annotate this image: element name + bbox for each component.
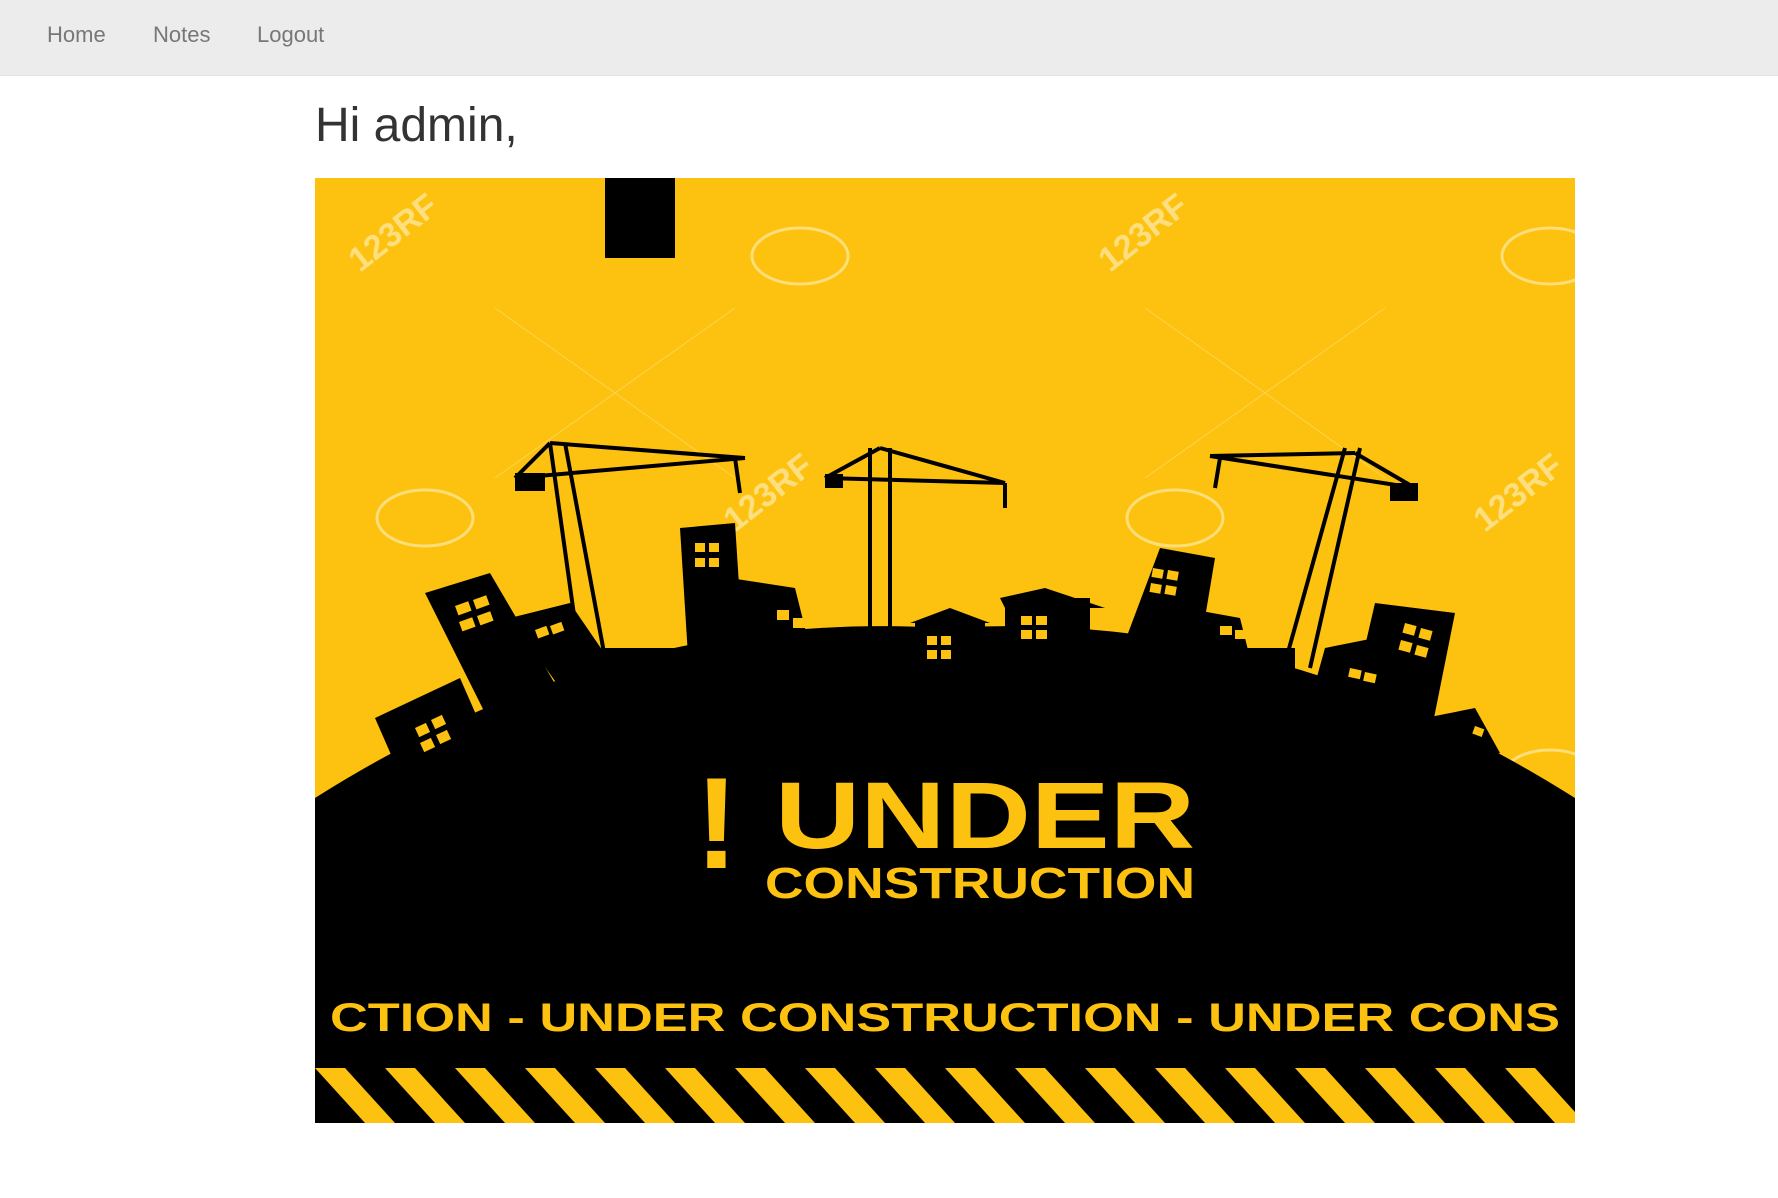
house-mid: [1005, 598, 1090, 673]
ribbon-text: CTION - UNDER CONSTRUCTION - UNDER CONS: [330, 996, 1560, 1040]
nav-notes-link[interactable]: Notes: [153, 22, 210, 48]
nav-logout-link[interactable]: Logout: [257, 22, 324, 48]
page-greeting: Hi admin,: [315, 99, 518, 152]
headline-construction: CONSTRUCTION: [765, 859, 1195, 908]
under-construction-illustration: 123RF 123RF 123RF 123RF ! UNDER CONSTRUC…: [315, 178, 1575, 1123]
headline-under: UNDER: [775, 763, 1195, 869]
building-block: [605, 178, 675, 258]
nav-home-link[interactable]: Home: [47, 22, 106, 48]
top-navbar: Home Notes Logout: [0, 0, 1778, 76]
headline-exclamation: !: [695, 750, 738, 896]
under-construction-image: 123RF 123RF 123RF 123RF ! UNDER CONSTRUC…: [315, 178, 1575, 1123]
hazard-stripes: [315, 1068, 1575, 1123]
